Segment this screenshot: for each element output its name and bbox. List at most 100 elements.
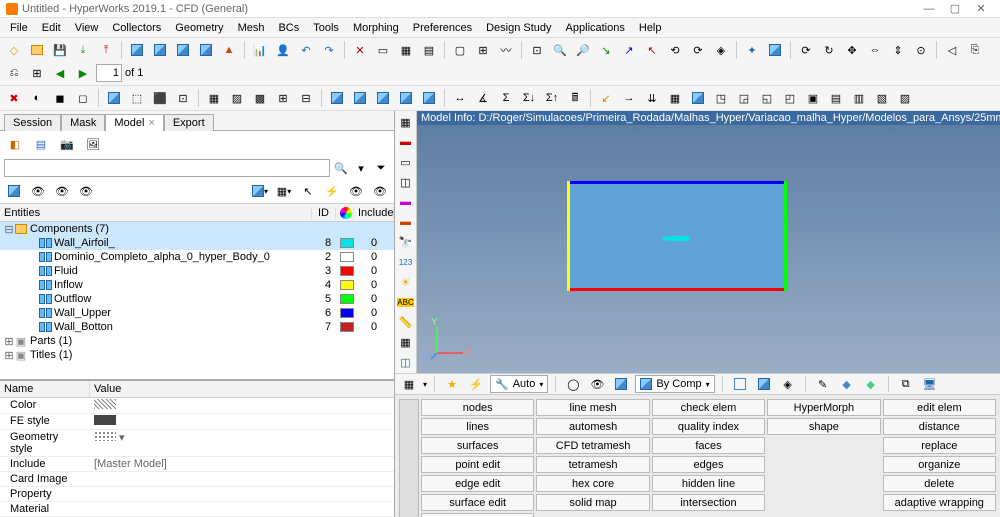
vb-eye-icon[interactable]: 👁 — [587, 374, 607, 394]
panel-surface-edit[interactable]: surface edit — [421, 494, 534, 511]
search-dropdown-icon[interactable]: ▾ — [352, 159, 370, 177]
panel-solid-map[interactable]: solid map — [536, 494, 649, 511]
vt-edge-icon[interactable]: ▬ — [397, 193, 415, 211]
prop-row-material[interactable]: Material — [0, 502, 394, 517]
panel-automesh[interactable]: automesh — [536, 418, 649, 435]
save-icon[interactable]: 💾 — [50, 40, 70, 60]
results-icon[interactable]: ◧ — [4, 133, 26, 155]
tab-export[interactable]: Export — [164, 114, 214, 131]
curve-icon[interactable]: 〰 — [496, 40, 516, 60]
geom1-icon[interactable] — [104, 88, 124, 108]
prop-value[interactable] — [90, 487, 394, 501]
page-layout-icon[interactable]: ⊞ — [27, 63, 47, 83]
solid1-icon[interactable] — [327, 88, 347, 108]
material-icon[interactable] — [173, 40, 193, 60]
tree-item-5[interactable]: Wall_Upper60 — [0, 306, 394, 320]
scale-icon[interactable]: ⇕ — [888, 40, 908, 60]
view-cube-icon[interactable] — [765, 40, 785, 60]
axis-yz-icon[interactable]: ↗ — [619, 40, 639, 60]
bc-4-icon[interactable]: ◰ — [780, 88, 800, 108]
vb-bolt-icon[interactable]: ⚡ — [466, 374, 486, 394]
entity-cube-icon[interactable]: ▾ — [250, 181, 270, 201]
vb-mesh-icon[interactable]: ▦ — [399, 374, 419, 394]
tree-item-6[interactable]: Wall_Botton70 — [0, 320, 394, 334]
prop-row-color[interactable]: Color — [0, 398, 394, 414]
tab-session[interactable]: Session — [4, 114, 61, 131]
export-icon[interactable]: ⤒ — [96, 40, 116, 60]
entity-mesh-icon[interactable]: ▦▾ — [274, 181, 294, 201]
prop-row-property[interactable]: Property — [0, 487, 394, 502]
card-icon[interactable]: ▭ — [373, 40, 393, 60]
bc-arrow-icon[interactable]: ↙ — [596, 88, 616, 108]
tree-item-4[interactable]: Outflow50 — [0, 292, 394, 306]
panel-shape[interactable]: shape — [767, 418, 880, 435]
vt-trans-icon[interactable]: ◫ — [397, 173, 415, 191]
panel-distance[interactable]: distance — [883, 418, 996, 435]
solid3-icon[interactable] — [373, 88, 393, 108]
menu-tools[interactable]: Tools — [307, 20, 345, 36]
tree-item-color[interactable] — [340, 252, 354, 262]
open-icon[interactable] — [27, 40, 47, 60]
bc-mesh-icon[interactable]: ▦ — [665, 88, 685, 108]
vt-num-icon[interactable]: 123 — [397, 253, 415, 271]
prop-header-name[interactable]: Name — [0, 381, 90, 397]
panel-cfd-tetramesh[interactable]: CFD tetramesh — [536, 437, 649, 454]
vt-wire-icon[interactable]: ▭ — [397, 153, 415, 171]
panel-point-edit[interactable]: point edit — [421, 456, 534, 473]
geom2-icon[interactable]: ⬚ — [127, 88, 147, 108]
bc-5-icon[interactable]: ▣ — [803, 88, 823, 108]
tree-item-color[interactable] — [340, 280, 354, 290]
vt-feat-icon[interactable]: ▬ — [397, 213, 415, 231]
panel-surfaces[interactable]: surfaces — [421, 437, 534, 454]
vb-star-icon[interactable]: ★ — [442, 374, 462, 394]
tree-twisty-icon[interactable]: ⊞ — [4, 349, 14, 362]
tab-mask[interactable]: Mask — [61, 114, 105, 131]
tree-header-color[interactable] — [336, 207, 354, 219]
prop-header-value[interactable]: Value — [90, 381, 125, 397]
tree-group-0[interactable]: ⊞▣Parts (1) — [0, 334, 394, 348]
renumber-icon[interactable]: ▤ — [419, 40, 439, 60]
axis-xz-icon[interactable]: ↖ — [642, 40, 662, 60]
vb-hex-icon[interactable]: ◆ — [837, 374, 857, 394]
axis-r2-icon[interactable]: ⟳ — [688, 40, 708, 60]
page-back-icon[interactable]: ◁ — [942, 40, 962, 60]
capture2-icon[interactable]: 🖼 — [82, 133, 104, 155]
bc-3-icon[interactable]: ◱ — [757, 88, 777, 108]
panel-edge-edit[interactable]: edge edit — [421, 475, 534, 492]
panel-delete[interactable]: delete — [883, 475, 996, 492]
panel-replace[interactable]: replace — [883, 437, 996, 454]
panel-line-mesh[interactable]: line mesh — [536, 399, 649, 416]
bc-solid-icon[interactable] — [688, 88, 708, 108]
prop-value[interactable]: [Master Model] — [90, 457, 394, 471]
bc-8-icon[interactable]: ▧ — [872, 88, 892, 108]
tree-header-entities[interactable]: Entities — [0, 207, 312, 219]
vb-pen-icon[interactable]: ✎ — [813, 374, 833, 394]
panel-check-elem[interactable]: check elem — [652, 399, 765, 416]
solid5-icon[interactable] — [419, 88, 439, 108]
tree-item-color[interactable] — [340, 294, 354, 304]
rotate-icon[interactable]: ⟳ — [796, 40, 816, 60]
filter-icon[interactable]: ⏷ — [372, 159, 390, 177]
vt-grid-icon[interactable]: ▦ — [397, 333, 415, 351]
assembly-icon[interactable] — [150, 40, 170, 60]
calc-icon[interactable]: 🖩 — [565, 88, 585, 108]
user-icon[interactable]: 👤 — [273, 40, 293, 60]
axis-r1-icon[interactable]: ⟲ — [665, 40, 685, 60]
orient-icon[interactable]: ✦ — [742, 40, 762, 60]
panel-nodes[interactable]: nodes — [421, 399, 534, 416]
tree-item-color[interactable] — [340, 266, 354, 276]
loadcol-icon[interactable]: ▲ — [219, 40, 239, 60]
menu-morphing[interactable]: Morphing — [347, 20, 405, 36]
sum2-icon[interactable]: Σ↓ — [519, 88, 539, 108]
mesh1-icon[interactable]: ▦ — [204, 88, 224, 108]
close-button[interactable]: ✕ — [968, 1, 994, 17]
prop-value[interactable] — [90, 398, 394, 413]
model-tree[interactable]: ⊟Components (7)Wall_Airfoil_80Dominio_Co… — [0, 222, 394, 379]
menu-geometry[interactable]: Geometry — [169, 20, 229, 36]
tree-twisty-icon[interactable]: ⊟ — [4, 223, 14, 236]
menu-applications[interactable]: Applications — [560, 20, 631, 36]
search-input[interactable] — [4, 159, 330, 177]
disp-eye3-icon[interactable]: 👁 — [76, 181, 96, 201]
mask-reverse-icon[interactable]: ◐ — [27, 88, 47, 108]
vb-hex2-icon[interactable]: ◆ — [861, 374, 881, 394]
